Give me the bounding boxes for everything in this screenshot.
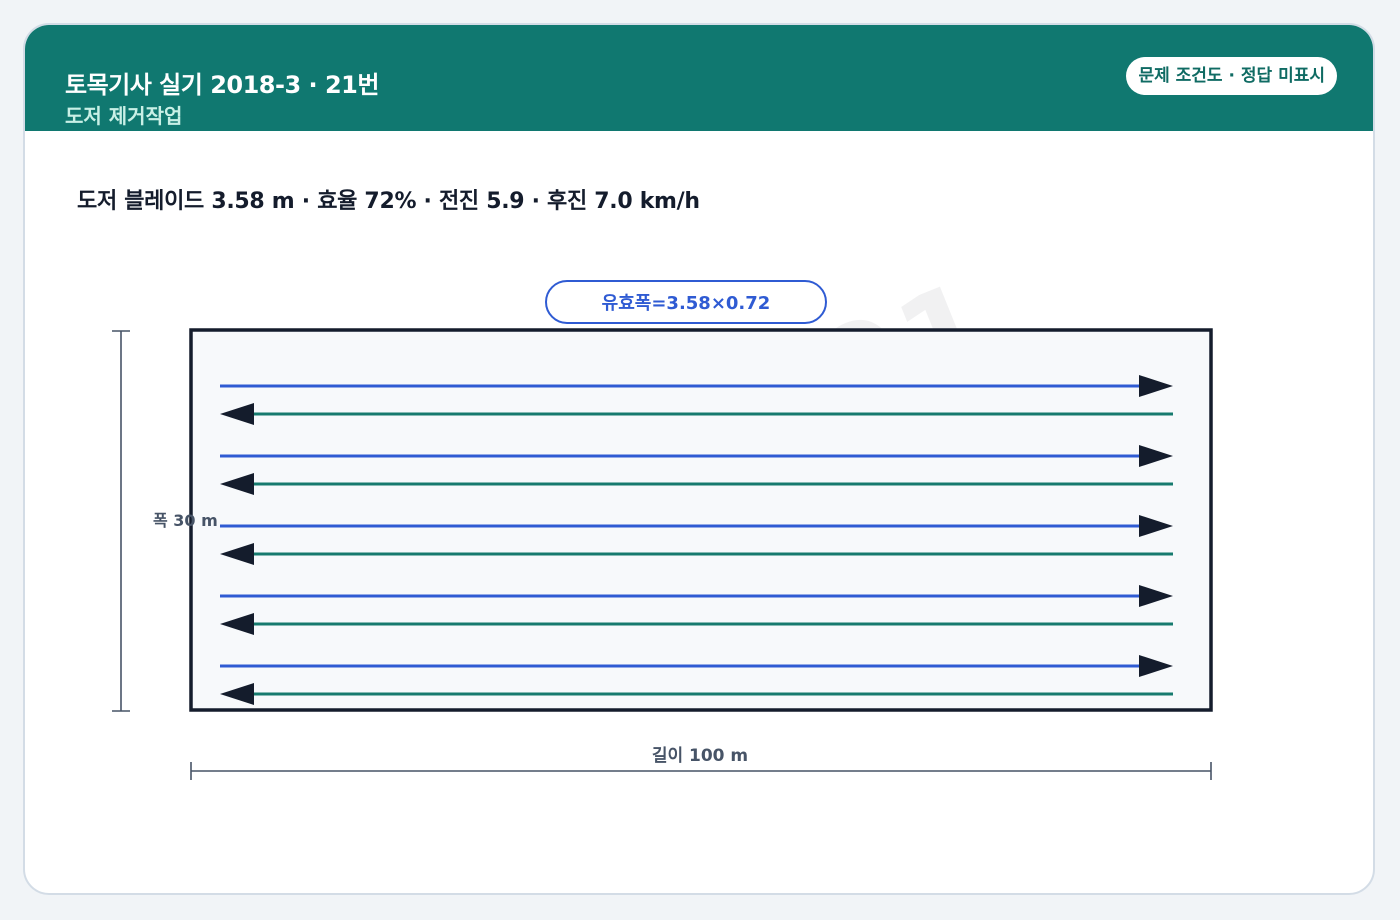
length-label: 길이 100 m (652, 746, 748, 766)
width-label: 폭 30 m (153, 511, 218, 530)
dozer-work-diagram: 자격증3001 유효폭=3.58×0.72 폭 30 m 길이 100 m (112, 254, 1213, 780)
effective-width-label: 유효폭=3.58×0.72 (602, 293, 771, 314)
problem-card: 토목기사 실기 2018-3 · 21번 도저 제거작업 문제 조건도 · 정답… (23, 23, 1375, 895)
